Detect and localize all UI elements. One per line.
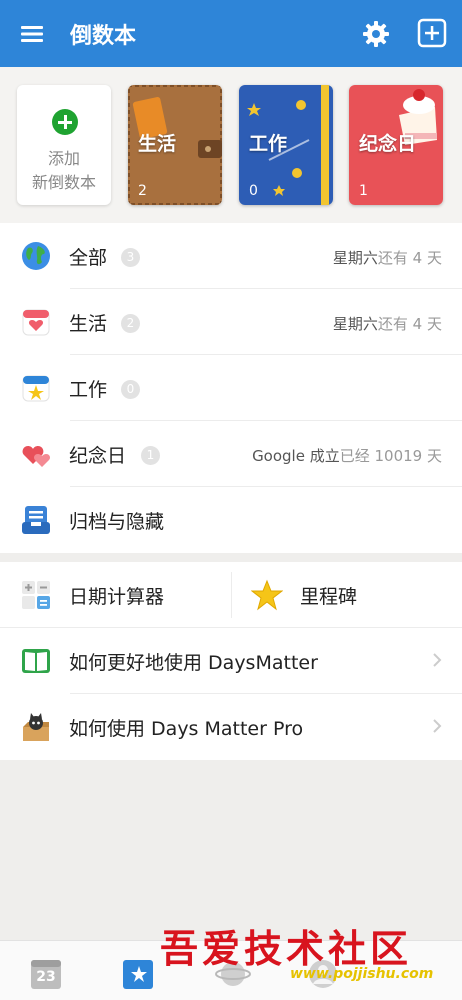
category-label: 归档与隐藏 [69, 511, 165, 533]
category-count-badge: 3 [121, 248, 140, 267]
category-row-all[interactable]: 全部 3 星期六还有 4 天 [0, 223, 462, 289]
milestone-button[interactable]: 里程碑 [231, 562, 462, 628]
star-book-icon [123, 960, 153, 989]
add-card-label-1: 添加 [47, 149, 80, 168]
book-card-work[interactable]: 工作 0 [239, 85, 333, 205]
category-label: 全部 [69, 247, 108, 269]
category-next-event: 星期六还有 4 天 [332, 249, 442, 267]
category-next-event: 星期六还有 4 天 [332, 315, 442, 333]
book-name: 生活 [138, 133, 177, 155]
category-next-event: Google 成立已经 10019 天 [252, 447, 442, 465]
book-card-life[interactable]: 生活 2 [128, 85, 222, 205]
book-count: 2 [138, 183, 147, 199]
gear-icon[interactable] [362, 20, 390, 48]
calendar-number: 23 [36, 969, 56, 985]
help-label: 如何更好地使用 DaysMatter [69, 652, 318, 674]
help-row-pro[interactable]: 如何使用 Days Matter Pro [0, 694, 462, 760]
category-label: 纪念日 [69, 445, 127, 467]
books-row: 添加 新倒数本 生活 2 工作 0 纪念日 1 [0, 67, 462, 223]
globe-icon [22, 242, 50, 270]
archive-icon [22, 506, 50, 534]
calculator-icon [22, 581, 50, 609]
category-row-archive[interactable]: 归档与隐藏 [0, 487, 462, 553]
chevron-right-icon [433, 653, 442, 667]
date-calculator-label: 日期计算器 [69, 586, 165, 608]
add-plus-icon [52, 109, 78, 135]
tab-books[interactable] [120, 957, 156, 991]
app-title: 倒数本 [70, 24, 137, 49]
book-card-anniversary[interactable]: 纪念日 1 [349, 85, 443, 205]
menu-icon[interactable] [20, 22, 44, 46]
tab-calendar[interactable]: 23 [28, 957, 64, 991]
book-count: 1 [359, 183, 368, 199]
category-list: 全部 3 星期六还有 4 天 生活 2 星期六还有 4 天 工作 0 纪念日 1 [0, 223, 462, 553]
cat-box-icon [23, 713, 49, 741]
category-label: 生活 [69, 313, 108, 335]
book-icon [22, 649, 50, 673]
add-book-card[interactable]: 添加 新倒数本 [17, 85, 111, 205]
watermark-url: www.pojjishu.com [290, 966, 434, 982]
category-count-badge: 1 [141, 446, 160, 465]
add-book-icon[interactable] [417, 18, 447, 48]
date-calculator-button[interactable]: 日期计算器 [0, 562, 231, 628]
category-row-life[interactable]: 生活 2 星期六还有 4 天 [0, 289, 462, 355]
app-bar: 倒数本 [0, 0, 462, 67]
category-row-work[interactable]: 工作 0 [0, 355, 462, 421]
help-row-daysmatter[interactable]: 如何更好地使用 DaysMatter [0, 628, 462, 694]
milestone-label: 里程碑 [300, 586, 358, 608]
watermark-text: 吾爱技术社区 [160, 926, 413, 971]
chevron-right-icon [433, 719, 442, 733]
category-count-badge: 2 [121, 314, 140, 333]
book-name: 工作 [249, 133, 288, 155]
tools-list: 日期计算器 里程碑 如何更好地使用 DaysMatter 如何使用 Days M… [0, 562, 462, 760]
book-name: 纪念日 [359, 133, 417, 155]
category-count-badge: 0 [121, 380, 140, 399]
add-card-label-2: 新倒数本 [31, 173, 96, 192]
book-count: 0 [249, 183, 258, 199]
calendar-star-icon [22, 375, 50, 402]
category-row-anniversary[interactable]: 纪念日 1 Google 成立已经 10019 天 [0, 421, 462, 487]
calendar-heart-icon [22, 309, 50, 336]
help-label: 如何使用 Days Matter Pro [69, 718, 304, 740]
star-icon [251, 579, 283, 611]
hearts-icon [22, 446, 50, 467]
category-label: 工作 [69, 379, 108, 401]
tools-row: 日期计算器 里程碑 [0, 562, 462, 628]
